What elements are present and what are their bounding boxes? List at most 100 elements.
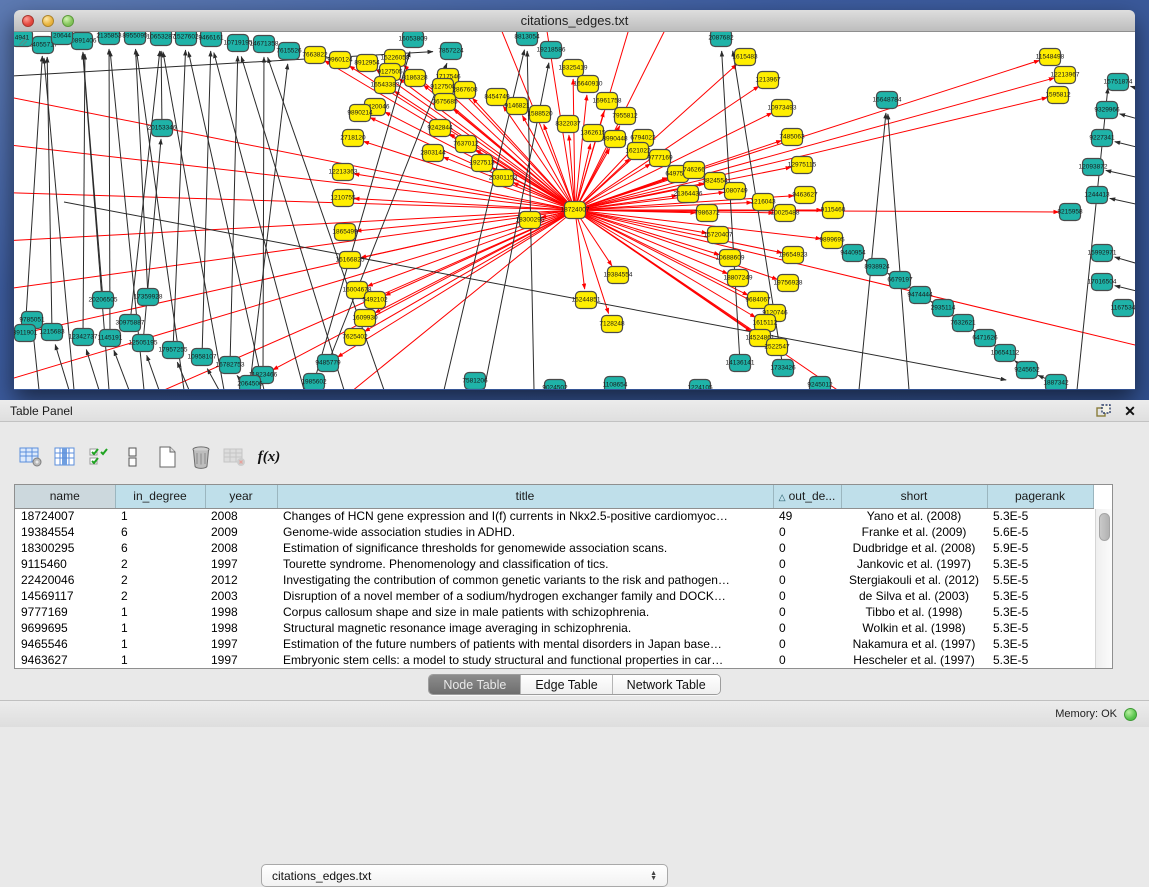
table-cell[interactable]: Genome-wide association studies in ADHD. xyxy=(277,524,773,540)
table-cell[interactable]: 6 xyxy=(115,540,205,556)
table-cell[interactable]: 2 xyxy=(115,572,205,588)
table-row[interactable]: 946362711997Embryonic stem cells: a mode… xyxy=(15,652,1093,668)
table-cell[interactable]: 5.3E-5 xyxy=(987,652,1093,668)
table-cell[interactable]: 2008 xyxy=(205,540,277,556)
table-cell[interactable]: Corpus callosum shape and size in male p… xyxy=(277,604,773,620)
table-cell[interactable]: 22420046 xyxy=(15,572,115,588)
table-row[interactable]: 911546021997Tourette syndrome. Phenomeno… xyxy=(15,556,1093,572)
table-cell[interactable]: 0 xyxy=(773,604,841,620)
table-cell[interactable]: 9115460 xyxy=(15,556,115,572)
table-cell[interactable]: Hescheler et al. (1997) xyxy=(841,652,987,668)
selection-mode-icon[interactable] xyxy=(84,443,114,471)
table-cell[interactable]: 5.3E-5 xyxy=(987,604,1093,620)
table-cell[interactable]: 1 xyxy=(115,620,205,636)
table-cell[interactable]: Nakamura et al. (1997) xyxy=(841,636,987,652)
tab-network-table[interactable]: Network Table xyxy=(613,675,720,694)
table-cell[interactable]: 1 xyxy=(115,508,205,524)
table-row[interactable]: 2242004622012Investigating the contribut… xyxy=(15,572,1093,588)
row-height-icon[interactable] xyxy=(118,443,148,471)
column-header-year[interactable]: year xyxy=(205,485,277,508)
table-cell[interactable]: 5.3E-5 xyxy=(987,620,1093,636)
delete-table-icon[interactable] xyxy=(186,443,216,471)
table-row[interactable]: 946554611997Estimation of the future num… xyxy=(15,636,1093,652)
table-cell[interactable]: 9463627 xyxy=(15,652,115,668)
table-cell[interactable]: 1 xyxy=(115,636,205,652)
table-cell[interactable]: 5.6E-5 xyxy=(987,524,1093,540)
column-header-in_degree[interactable]: in_degree xyxy=(115,485,205,508)
table-cell[interactable]: Changes of HCN gene expression and I(f) … xyxy=(277,508,773,524)
network-canvas[interactable]: 1872400776638229960124891295415226058912… xyxy=(14,32,1135,389)
table-cell[interactable]: 0 xyxy=(773,572,841,588)
function-builder-icon[interactable]: f(x) xyxy=(254,443,284,471)
table-cell[interactable]: 5.5E-5 xyxy=(987,572,1093,588)
table-cell[interactable]: 0 xyxy=(773,620,841,636)
table-cell[interactable]: 2012 xyxy=(205,572,277,588)
tab-edge-table[interactable]: Edge Table xyxy=(521,675,612,694)
table-cell[interactable]: 0 xyxy=(773,556,841,572)
table-cell[interactable]: 2 xyxy=(115,588,205,604)
table-settings-icon[interactable] xyxy=(16,443,46,471)
table-row[interactable]: 1938455462009Genome-wide association stu… xyxy=(15,524,1093,540)
table-cell[interactable]: 2009 xyxy=(205,524,277,540)
table-cell[interactable]: 9465546 xyxy=(15,636,115,652)
resize-grip-icon[interactable] xyxy=(14,32,28,46)
column-visibility-icon[interactable] xyxy=(50,443,80,471)
table-cell[interactable]: Estimation of the future numbers of pati… xyxy=(277,636,773,652)
table-cell[interactable]: Structural magnetic resonance image aver… xyxy=(277,620,773,636)
table-row[interactable]: 1830029562008Estimation of significance … xyxy=(15,540,1093,556)
table-cell[interactable]: 0 xyxy=(773,540,841,556)
table-cell[interactable]: Tourette syndrome. Phenomenology and cla… xyxy=(277,556,773,572)
table-cell[interactable]: 5.9E-5 xyxy=(987,540,1093,556)
column-header-short[interactable]: short xyxy=(841,485,987,508)
table-cell[interactable]: 14569117 xyxy=(15,588,115,604)
table-cell[interactable]: 0 xyxy=(773,652,841,668)
column-header-title[interactable]: title xyxy=(277,485,773,508)
float-panel-icon[interactable] xyxy=(1094,403,1112,419)
table-cell[interactable]: 1997 xyxy=(205,556,277,572)
table-cell[interactable]: 0 xyxy=(773,588,841,604)
table-cell[interactable]: 2 xyxy=(115,556,205,572)
tab-node-table[interactable]: Node Table xyxy=(429,675,521,694)
table-cell[interactable]: Estimation of significance thresholds fo… xyxy=(277,540,773,556)
table-vertical-scrollbar[interactable] xyxy=(1095,509,1112,668)
table-cell[interactable]: 9699695 xyxy=(15,620,115,636)
column-header-pagerank[interactable]: pagerank xyxy=(987,485,1093,508)
table-cell[interactable]: 49 xyxy=(773,508,841,524)
table-cell[interactable]: 5.3E-5 xyxy=(987,556,1093,572)
table-cell[interactable]: Disruption of a novel member of a sodium… xyxy=(277,588,773,604)
table-cell[interactable]: 1 xyxy=(115,604,205,620)
table-cell[interactable]: Tibbo et al. (1998) xyxy=(841,604,987,620)
table-cell[interactable]: 2008 xyxy=(205,508,277,524)
table-cell[interactable]: 1 xyxy=(115,652,205,668)
table-cell[interactable]: Embryonic stem cells: a model to study s… xyxy=(277,652,773,668)
table-cell[interactable]: 9777169 xyxy=(15,604,115,620)
column-header-name[interactable]: name xyxy=(15,485,115,508)
table-cell[interactable]: Jankovic et al. (1997) xyxy=(841,556,987,572)
table-cell[interactable]: 2003 xyxy=(205,588,277,604)
table-cell[interactable]: 1997 xyxy=(205,652,277,668)
table-cell[interactable]: Stergiakouli et al. (2012) xyxy=(841,572,987,588)
table-cell[interactable]: 1998 xyxy=(205,604,277,620)
table-cell[interactable]: Yano et al. (2008) xyxy=(841,508,987,524)
table-row[interactable]: 969969511998Structural magnetic resonanc… xyxy=(15,620,1093,636)
table-cell[interactable]: 0 xyxy=(773,524,841,540)
table-cell[interactable]: 6 xyxy=(115,524,205,540)
table-cell[interactable]: 0 xyxy=(773,636,841,652)
table-select-dropdown[interactable]: citations_edges.txt ▲▼ xyxy=(261,864,668,887)
table-cell[interactable]: 1997 xyxy=(205,636,277,652)
new-table-icon[interactable] xyxy=(152,443,182,471)
table-cell[interactable]: 18724007 xyxy=(15,508,115,524)
table-cell[interactable]: de Silva et al. (2003) xyxy=(841,588,987,604)
table-cell[interactable]: Wolkin et al. (1998) xyxy=(841,620,987,636)
table-cell[interactable]: 1998 xyxy=(205,620,277,636)
table-cell[interactable]: 18300295 xyxy=(15,540,115,556)
table-row[interactable]: 977716911998Corpus callosum shape and si… xyxy=(15,604,1093,620)
table-cell[interactable]: 5.3E-5 xyxy=(987,636,1093,652)
table-row[interactable]: 1456911722003Disruption of a novel membe… xyxy=(15,588,1093,604)
table-cell[interactable]: Dudbridge et al. (2008) xyxy=(841,540,987,556)
table-cell[interactable]: Investigating the contribution of common… xyxy=(277,572,773,588)
column-header-out_de[interactable]: △out_de... xyxy=(773,485,841,508)
close-panel-icon[interactable]: ✕ xyxy=(1121,403,1139,419)
table-cell[interactable]: Franke et al. (2009) xyxy=(841,524,987,540)
table-row[interactable]: 1872400712008Changes of HCN gene express… xyxy=(15,508,1093,524)
